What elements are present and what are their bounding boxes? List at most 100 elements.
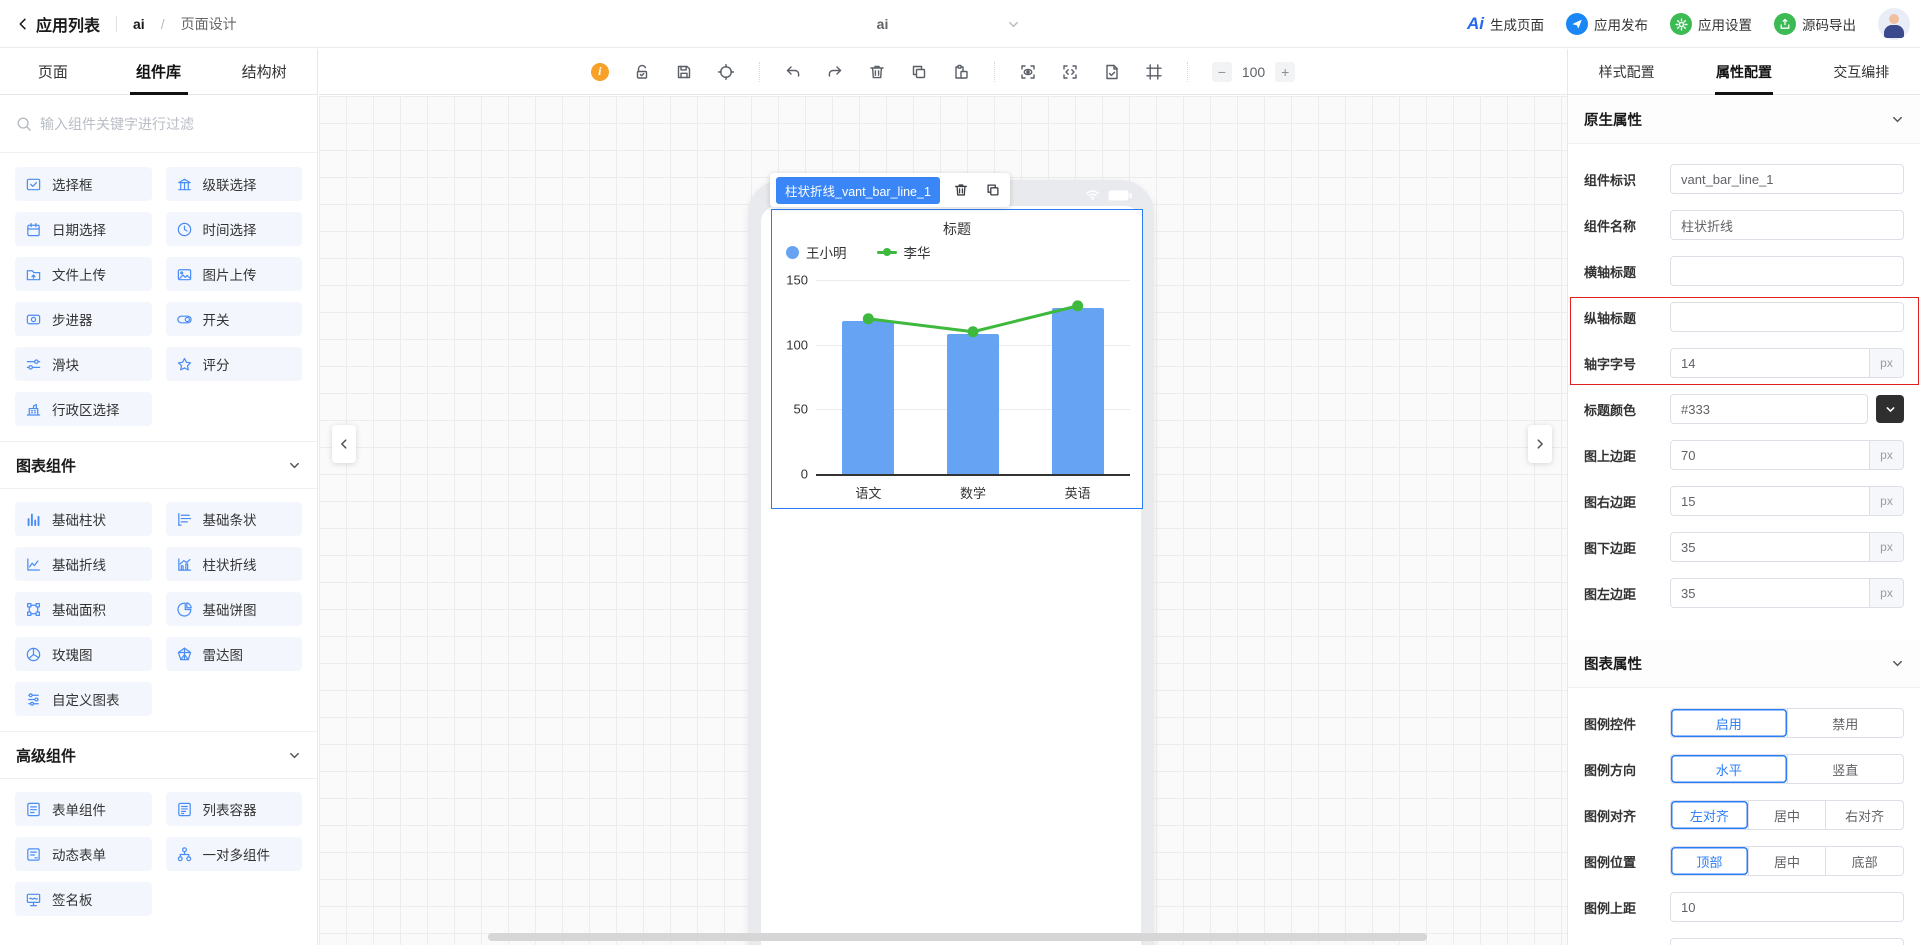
tab-pages[interactable]: 页面 bbox=[0, 49, 106, 94]
component-item[interactable]: 文件上传 bbox=[15, 257, 152, 291]
redo-icon[interactable] bbox=[826, 63, 844, 81]
code-export-button[interactable]: 源码导出 bbox=[1774, 13, 1856, 35]
ai-generate-button[interactable]: Ai 生成页面 bbox=[1467, 14, 1544, 34]
property-input[interactable] bbox=[1671, 487, 1869, 515]
component-item[interactable]: 一对多组件 bbox=[165, 837, 302, 871]
component-item[interactable]: 自定义图表 bbox=[15, 682, 152, 716]
zoom-in-button[interactable]: + bbox=[1275, 61, 1296, 82]
page-selector-dropdown[interactable]: ai bbox=[745, 0, 1020, 48]
chart-component-selected[interactable]: 标题 王小明 李华 150 100 50 0 语文 数学 英语 bbox=[771, 209, 1143, 509]
info-badge-icon[interactable]: i bbox=[590, 62, 609, 81]
tab-interaction-config[interactable]: 交互编排 bbox=[1803, 49, 1920, 94]
component-item[interactable]: 动态表单 bbox=[15, 837, 152, 871]
component-item[interactable]: 柱状折线 bbox=[165, 547, 302, 581]
canvas-grid-area[interactable]: 柱状折线_vant_bar_line_1 标题 王小明 李华 150 100 50 0 语… bbox=[319, 96, 1567, 945]
property-input[interactable] bbox=[1671, 441, 1869, 469]
component-item[interactable]: 表单组件 bbox=[15, 792, 152, 826]
collapse-right-handle[interactable] bbox=[1528, 425, 1552, 463]
property-input[interactable] bbox=[1671, 165, 1903, 193]
segment-option[interactable]: 竖直 bbox=[1786, 755, 1904, 783]
breadcrumb-app[interactable]: ai bbox=[133, 16, 145, 32]
segment-option[interactable]: 启用 bbox=[1671, 709, 1787, 737]
legend-entry[interactable]: 王小明 bbox=[786, 242, 847, 262]
input-group: px bbox=[1670, 348, 1904, 378]
segment-option[interactable]: 居中 bbox=[1747, 847, 1826, 875]
component-item[interactable]: 行政区选择 bbox=[15, 392, 152, 426]
component-item-label: 选择框 bbox=[52, 178, 93, 193]
component-item[interactable]: 滑块 bbox=[15, 347, 152, 381]
property-input[interactable] bbox=[1671, 893, 1903, 921]
section-header[interactable]: 高级组件 bbox=[0, 731, 317, 779]
collapse-left-handle[interactable] bbox=[332, 425, 356, 463]
property-section-header[interactable]: 图表属性 bbox=[1568, 640, 1920, 688]
segment-option[interactable]: 顶部 bbox=[1671, 847, 1748, 875]
input-group: px bbox=[1670, 532, 1904, 562]
segment-option[interactable]: 底部 bbox=[1825, 847, 1903, 875]
component-item[interactable]: 雷达图 bbox=[165, 637, 302, 671]
component-search bbox=[0, 95, 317, 153]
artboard-frame-icon[interactable] bbox=[1145, 63, 1163, 81]
segment-option[interactable]: 左对齐 bbox=[1671, 801, 1748, 829]
zoom-out-button[interactable]: − bbox=[1211, 61, 1232, 82]
component-item[interactable]: 开关 bbox=[165, 302, 302, 336]
delete-component-icon[interactable] bbox=[953, 182, 969, 198]
sidebar-tabs: 页面 组件库 结构树 bbox=[0, 49, 317, 95]
horizontal-scrollbar[interactable] bbox=[488, 933, 1427, 941]
input-group bbox=[1670, 394, 1868, 424]
save-icon[interactable] bbox=[675, 63, 693, 81]
search-input[interactable] bbox=[40, 115, 301, 132]
property-input[interactable] bbox=[1671, 303, 1903, 331]
property-input[interactable] bbox=[1671, 211, 1903, 239]
component-item[interactable]: 级联选择 bbox=[165, 167, 302, 201]
component-item[interactable]: 图片上传 bbox=[165, 257, 302, 291]
component-item[interactable]: 基础面积 bbox=[15, 592, 152, 626]
property-input[interactable] bbox=[1671, 395, 1867, 423]
property-row: 纵轴标题 bbox=[1584, 302, 1904, 332]
component-item[interactable]: 基础柱状 bbox=[15, 502, 152, 536]
component-item[interactable]: 基础折线 bbox=[15, 547, 152, 581]
component-item[interactable]: 时间选择 bbox=[165, 212, 302, 246]
delete-icon[interactable] bbox=[868, 63, 886, 81]
image-upload-icon bbox=[177, 268, 191, 280]
component-item[interactable]: 评分 bbox=[165, 347, 302, 381]
copy-component-icon[interactable] bbox=[985, 182, 1001, 198]
property-input[interactable] bbox=[1671, 257, 1903, 285]
property-section-header[interactable]: 原生属性 bbox=[1568, 96, 1920, 144]
tab-style-config[interactable]: 样式配置 bbox=[1568, 49, 1685, 94]
tab-property-config[interactable]: 属性配置 bbox=[1685, 49, 1802, 94]
component-item[interactable]: 步进器 bbox=[15, 302, 152, 336]
preview-eye-icon[interactable] bbox=[1019, 63, 1037, 81]
tab-component-library[interactable]: 组件库 bbox=[106, 49, 212, 94]
property-input[interactable] bbox=[1671, 533, 1869, 561]
user-avatar[interactable] bbox=[1878, 8, 1910, 40]
legend-entry[interactable]: 李华 bbox=[876, 242, 931, 262]
unlock-icon[interactable] bbox=[633, 63, 651, 81]
component-item[interactable]: 玫瑰图 bbox=[15, 637, 152, 671]
component-item[interactable]: 基础饼图 bbox=[165, 592, 302, 626]
component-item[interactable]: 列表容器 bbox=[165, 792, 302, 826]
property-input[interactable] bbox=[1671, 579, 1869, 607]
component-item[interactable]: 签名板 bbox=[15, 882, 152, 916]
undo-icon[interactable] bbox=[784, 63, 802, 81]
paste-icon[interactable] bbox=[952, 63, 970, 81]
back-button[interactable]: 应用列表 bbox=[16, 12, 100, 36]
form-icon bbox=[27, 802, 40, 816]
segment-option[interactable]: 水平 bbox=[1671, 755, 1787, 783]
target-icon[interactable] bbox=[717, 63, 735, 81]
property-input[interactable] bbox=[1671, 349, 1869, 377]
code-view-icon[interactable] bbox=[1061, 63, 1079, 81]
page-check-icon[interactable] bbox=[1103, 63, 1121, 81]
app-settings-button[interactable]: 应用设置 bbox=[1670, 13, 1752, 35]
segment-option[interactable]: 居中 bbox=[1747, 801, 1826, 829]
property-input[interactable] bbox=[1671, 939, 1903, 945]
app-publish-button[interactable]: 应用发布 bbox=[1566, 13, 1648, 35]
section-header[interactable]: 图表组件 bbox=[0, 441, 317, 489]
component-item[interactable]: 基础条状 bbox=[165, 502, 302, 536]
component-item[interactable]: 日期选择 bbox=[15, 212, 152, 246]
segment-option[interactable]: 禁用 bbox=[1786, 709, 1904, 737]
tab-structure-tree[interactable]: 结构树 bbox=[211, 49, 317, 94]
segment-option[interactable]: 右对齐 bbox=[1825, 801, 1903, 829]
color-picker-button[interactable] bbox=[1876, 395, 1904, 423]
component-item[interactable]: 选择框 bbox=[15, 167, 152, 201]
copy-icon[interactable] bbox=[910, 63, 928, 81]
